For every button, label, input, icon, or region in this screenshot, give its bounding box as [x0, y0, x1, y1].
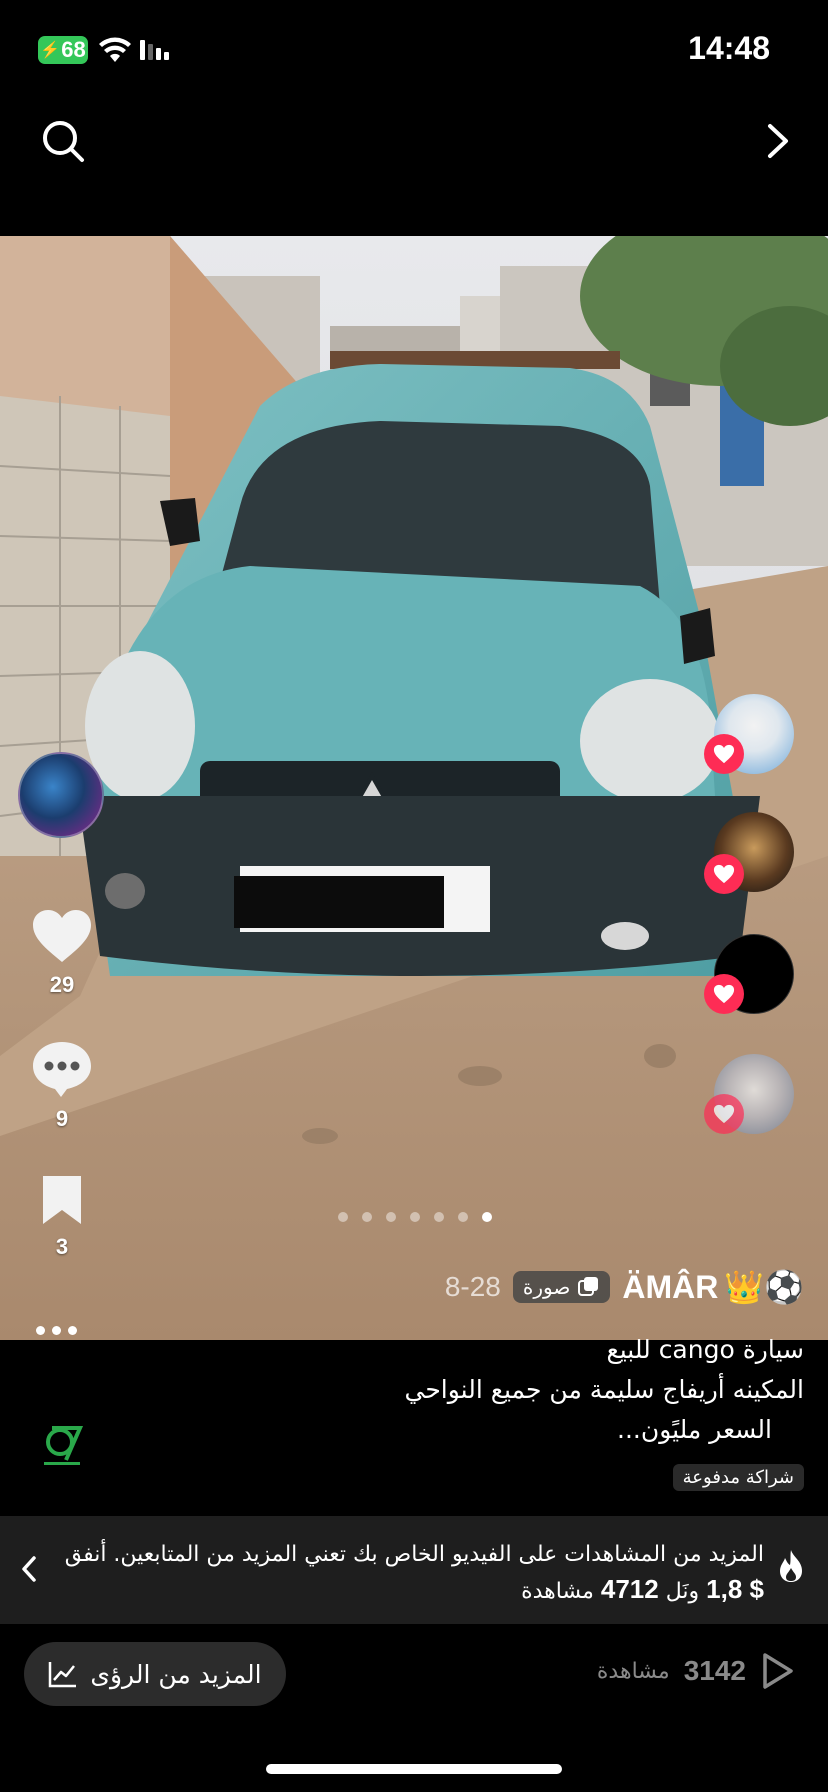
promote-middle: ونَل: [665, 1579, 700, 1604]
carousel-dot: [458, 1212, 468, 1222]
status-bar: ⚡ 68 14:48: [0, 0, 828, 100]
carousel-dot: [434, 1212, 444, 1222]
search-icon[interactable]: [40, 118, 86, 164]
username-text[interactable]: ÄMÂR: [622, 1269, 718, 1306]
carousel-dot: [362, 1212, 372, 1222]
photo-stack-icon: [578, 1277, 599, 1296]
heart-icon: [713, 1104, 735, 1124]
post-caption[interactable]: سيارة cango للبيع المكينه أريفاج سليمة م…: [84, 1330, 805, 1450]
viewer-like-badge-4: [704, 1094, 744, 1134]
battery-level: 68: [61, 37, 86, 62]
heart-icon: [713, 864, 735, 884]
comment-count: 9: [55, 1106, 69, 1131]
caption-line-3: السعر مليًون...: [617, 1415, 772, 1444]
carousel-dot: [386, 1212, 396, 1222]
promote-line-1: المزيد من المشاهدات على الفيديو الخاص بك…: [64, 1542, 764, 1567]
carousel-indicator: [338, 1212, 492, 1222]
comment-button[interactable]: 9: [24, 1040, 100, 1132]
brand-logo-icon: [44, 1426, 84, 1465]
heart-icon: [713, 984, 735, 1004]
charging-icon: ⚡: [40, 42, 61, 59]
caption-line-1: سيارة cango للبيع: [606, 1335, 804, 1364]
heart-icon: [33, 910, 91, 962]
post-date: 8-28: [444, 1271, 501, 1302]
creator-avatar[interactable]: [18, 752, 104, 838]
promote-views-number: 4712: [600, 1574, 659, 1604]
more-options-icon[interactable]: [36, 1326, 77, 1335]
like-count: 29: [49, 972, 75, 997]
promote-line-2: $ 1,8 ونَل 4712 مشاهدة: [64, 1572, 764, 1609]
promote-views-label: مشاهدة: [521, 1579, 594, 1604]
view-count-stat: مشاهدة 3142: [597, 1652, 794, 1690]
promote-banner[interactable]: المزيد من المشاهدات على الفيديو الخاص بك…: [0, 1516, 828, 1624]
viewer-like-badge-1: [704, 734, 744, 774]
wifi-icon: [99, 37, 131, 62]
save-count: 3: [55, 1234, 69, 1259]
cellular-signal-icon: [140, 38, 169, 60]
caption-line-2: المكينه أريفاج سليمة من جميع النواحي: [404, 1375, 805, 1404]
like-button[interactable]: 29: [24, 908, 100, 998]
views-label: مشاهدة: [596, 1658, 670, 1684]
post-photo[interactable]: [0, 236, 828, 1340]
post-meta-row: 8-28 صورة ÄMÂR 👑⚽: [445, 1268, 804, 1306]
heart-icon: [713, 744, 735, 764]
more-insights-button[interactable]: المزيد من الرؤى: [24, 1642, 286, 1706]
promote-amount: $ 1,8: [706, 1574, 764, 1604]
chevron-right-icon[interactable]: [758, 118, 798, 164]
save-button[interactable]: 3: [24, 1174, 100, 1260]
play-icon: [763, 1653, 793, 1689]
paid-partnership-tag[interactable]: شراكة مدفوعة: [672, 1464, 804, 1491]
chevron-left-icon[interactable]: [18, 1554, 40, 1584]
username-emoji: 👑⚽: [724, 1269, 804, 1305]
promote-message: المزيد من المشاهدات على الفيديو الخاص بك…: [64, 1538, 764, 1609]
photo-type-badge: صورة: [512, 1271, 611, 1303]
more-insights-label: المزيد من الرؤى: [90, 1659, 262, 1689]
username[interactable]: ÄMÂR 👑⚽: [622, 1268, 804, 1306]
battery-indicator: ⚡ 68: [38, 36, 88, 64]
viewer-like-badge-3: [704, 974, 744, 1014]
chart-icon: [49, 1662, 77, 1688]
home-indicator[interactable]: [266, 1764, 562, 1774]
bookmark-icon: [43, 1176, 81, 1224]
clock: 14:48: [688, 30, 770, 66]
viewer-like-badge-2: [704, 854, 744, 894]
carousel-dot-active: [482, 1212, 492, 1222]
carousel-dot: [338, 1212, 348, 1222]
flame-icon: [780, 1550, 802, 1582]
comment-icon: [33, 1042, 91, 1097]
car-photo-illustration: [0, 236, 828, 1340]
photo-type-label: صورة: [522, 1275, 571, 1299]
carousel-dot: [410, 1212, 420, 1222]
views-count: 3142: [683, 1655, 746, 1686]
